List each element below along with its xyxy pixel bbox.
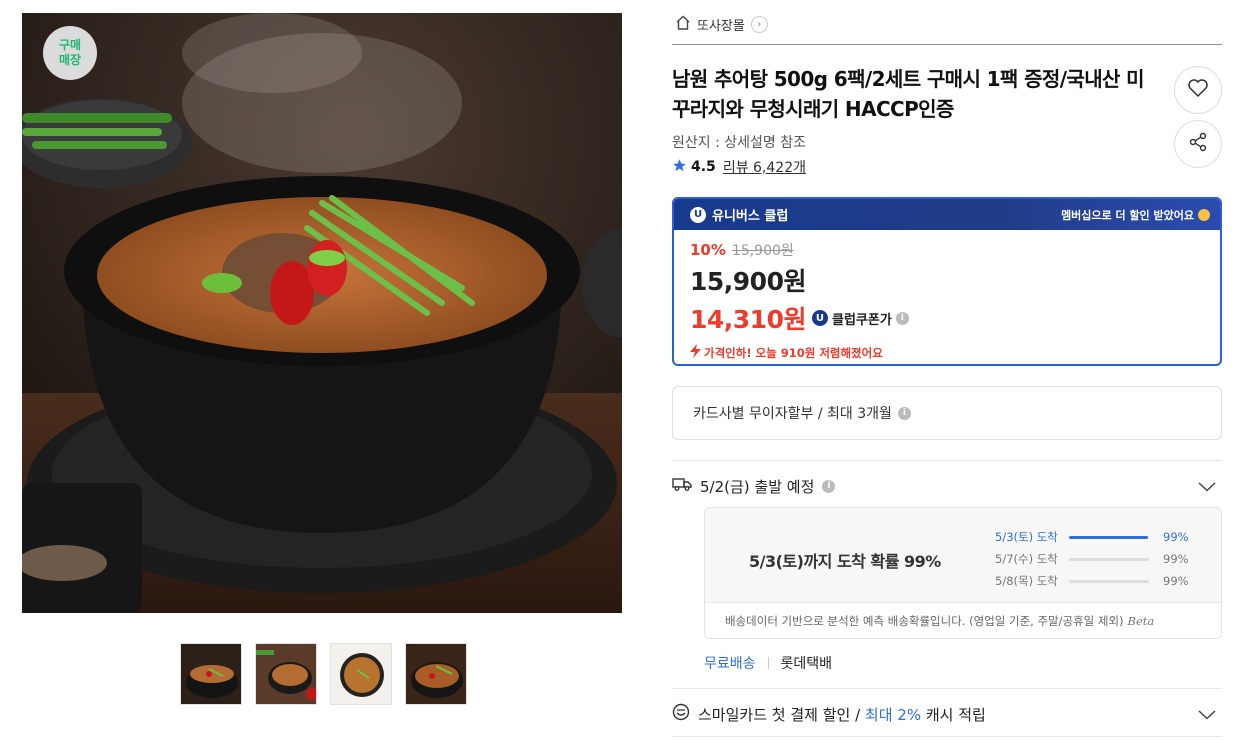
discount-row: 10% 15,900원: [690, 240, 1204, 260]
club-coupon-text: 클럽쿠폰가: [831, 312, 892, 328]
installment-info[interactable]: 카드사별 무이자할부 / 최대 3개월 i: [672, 386, 1222, 440]
store-name[interactable]: 또사장몰: [697, 15, 745, 34]
thumbnail-2[interactable]: [255, 643, 317, 705]
probability-value: 99%: [1163, 574, 1189, 588]
probability-value: 99%: [1163, 552, 1189, 566]
prediction-footnote: 배송데이터 기반으로 분석한 예측 배송확률입니다. (영업일 기준, 주말/공…: [705, 602, 1221, 638]
product-title: 남원 추어탕 500g 6팩/2세트 구매시 1팩 증정/국내산 미꾸라지와 무…: [672, 67, 1145, 121]
thumbnail-list: [180, 643, 467, 705]
section-divider: [672, 736, 1222, 737]
lightning-icon: [690, 344, 701, 361]
purchase-store-badge: 구매 매장: [43, 26, 97, 80]
club-price-box: U 유니버스 클럽 멤버십으로 더 할인 받았어요 10% 15,900원 15…: [672, 197, 1222, 366]
delivery-prediction-box: 5/3(토)까지 도착 확률 99% 5/3(토) 도착 99% 5/7(수) …: [704, 507, 1222, 639]
clap-emoji-icon: [1198, 208, 1210, 221]
sale-price: 15,900원: [690, 267, 806, 296]
card-benefit-row[interactable]: 스마일카드 첫 결제 할인 / 최대 2% 캐시 적립: [672, 702, 1222, 726]
universe-club-logo-icon: U: [690, 206, 706, 223]
departure-info-icon[interactable]: i: [822, 479, 836, 493]
chevron-right-icon[interactable]: ›: [750, 16, 768, 33]
probability-row: 5/3(토) 도착 99%: [995, 526, 1193, 548]
shipping-departure-row[interactable]: 5/2(금) 출발 예정 i: [672, 472, 1222, 500]
chevron-down-icon[interactable]: [1198, 478, 1216, 496]
section-divider: [672, 460, 1222, 461]
installment-text: 카드사별 무이자할부 / 최대 3개월: [693, 406, 892, 422]
card-benefit-prefix: 스마일카드 첫 결제 할인 /: [698, 705, 865, 724]
probability-bar: [1069, 535, 1149, 539]
shipping-method-row: 무료배송 롯데택배: [704, 653, 832, 673]
club-header: U 유니버스 클럽 멤버십으로 더 할인 받았어요: [674, 199, 1220, 230]
discount-rate: 10%: [690, 241, 726, 259]
probability-bar: [1069, 579, 1149, 583]
club-name: 유니버스 클럽: [712, 209, 789, 224]
star-icon: [672, 158, 687, 177]
courier-name: 롯데택배: [780, 656, 833, 672]
club-price-body: 10% 15,900원 15,900원 14,310원 U 클럽쿠폰가 i 가격…: [674, 230, 1220, 361]
card-benefit-suffix: 캐시 적립: [921, 705, 986, 724]
delivery-probability-headline: 5/3(토)까지 도착 확률 99%: [749, 552, 941, 571]
breadcrumb[interactable]: 또사장몰 ›: [675, 15, 768, 34]
probability-date: 5/3(토) 도착: [995, 530, 1058, 544]
club-coupon-label: U 클럽쿠폰가 i: [811, 309, 909, 328]
thumbnail-4[interactable]: [405, 643, 467, 705]
stew-photo: [22, 13, 622, 613]
divider-bar: [767, 657, 769, 669]
probability-bar: [1069, 557, 1149, 561]
rating-summary: 4.5 리뷰 6,422개: [672, 157, 806, 177]
universe-club-small-icon: U: [811, 310, 828, 326]
probability-date: 5/8(목) 도착: [995, 574, 1058, 588]
original-price: 15,900원: [731, 243, 794, 259]
origin-info: 원산지 : 상세설명 참조: [672, 135, 806, 151]
smile-card-icon: [672, 703, 690, 725]
chevron-down-icon[interactable]: [1198, 706, 1216, 724]
footnote-text: 배송데이터 기반으로 분석한 예측 배송확률입니다. (영업일 기준, 주말/공…: [725, 613, 1124, 628]
probability-row: 5/8(목) 도착 99%: [995, 570, 1193, 592]
club-coupon-price: 14,310원: [690, 305, 806, 334]
club-promo-text: 멤버십으로 더 할인 받았어요: [1061, 208, 1194, 222]
wishlist-button[interactable]: [1174, 66, 1222, 114]
main-product-image[interactable]: 구매 매장: [22, 13, 622, 613]
price-drop-notice: 가격인하! 오늘 910원 저렴해졌어요: [690, 344, 1204, 361]
review-count-link[interactable]: 리뷰 6,422개: [723, 157, 806, 177]
beta-label: Beta: [1127, 613, 1155, 628]
installment-info-icon[interactable]: i: [897, 406, 911, 420]
club-price-row: 14,310원 U 클럽쿠폰가 i: [690, 300, 1204, 336]
probability-list: 5/3(토) 도착 99% 5/7(수) 도착 99% 5/8(목) 도착 99…: [995, 526, 1193, 592]
club-promo-link[interactable]: 멤버십으로 더 할인 받았어요: [1061, 207, 1210, 223]
card-benefit-text: 스마일카드 첫 결제 할인 / 최대 2% 캐시 적립: [698, 704, 986, 725]
info-icon[interactable]: i: [895, 311, 909, 325]
product-info-panel: 또사장몰 › 남원 추어탕 500g 6팩/2세트 구매시 1팩 증정/국내산 …: [672, 0, 1222, 741]
thumbnail-1[interactable]: [180, 643, 242, 705]
thumbnail-3[interactable]: [330, 643, 392, 705]
header-divider: [672, 44, 1222, 45]
card-benefit-highlight: 최대 2%: [864, 705, 922, 724]
club-title: U 유니버스 클럽: [690, 205, 788, 224]
heart-icon: [1187, 78, 1209, 102]
share-button[interactable]: [1174, 120, 1222, 168]
home-icon: [675, 15, 691, 34]
free-shipping-link[interactable]: 무료배송: [704, 653, 756, 673]
departure-text: 5/2(금) 출발 예정: [700, 477, 815, 496]
section-divider: [672, 688, 1222, 689]
rating-score: 4.5: [691, 159, 716, 175]
share-icon: [1188, 132, 1208, 156]
probability-fill: [1069, 535, 1149, 539]
probability-value: 99%: [1163, 530, 1189, 544]
probability-row: 5/7(수) 도착 99%: [995, 548, 1193, 570]
probability-date: 5/7(수) 도착: [995, 552, 1058, 566]
truck-icon: [672, 476, 692, 496]
price-drop-text: 가격인하! 오늘 910원 저렴해졌어요: [704, 345, 883, 360]
